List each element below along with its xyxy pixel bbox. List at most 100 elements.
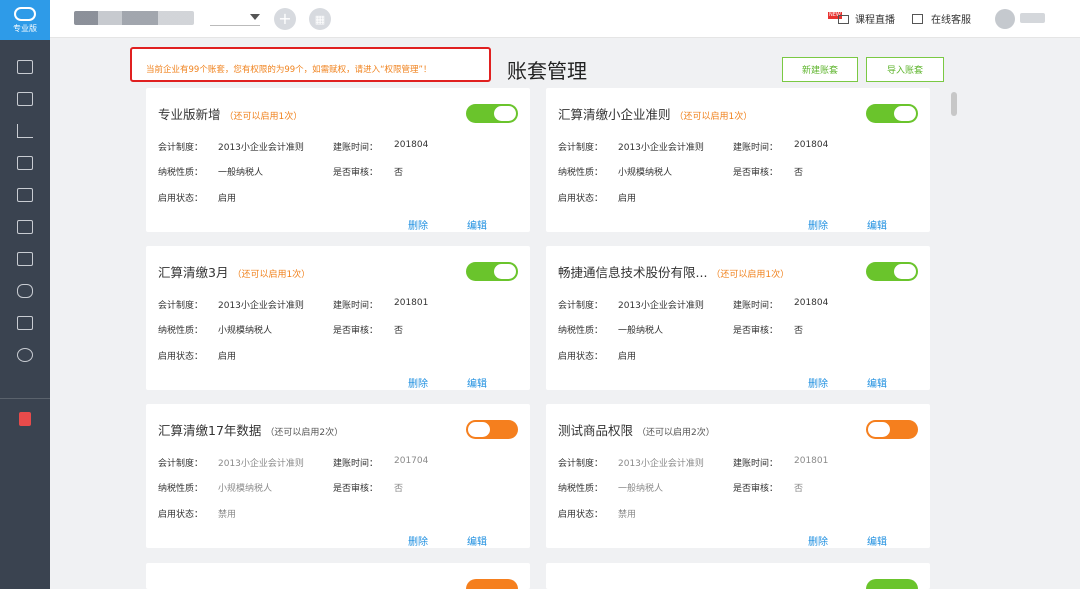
accounting-system-value: 2013小企业会计准则 <box>218 301 304 311</box>
delete-button[interactable]: 删除 <box>408 533 428 548</box>
remaining-uses-hint: （还可以启用2次） <box>265 428 344 438</box>
enable-toggle[interactable] <box>466 262 518 281</box>
delete-button[interactable]: 删除 <box>808 217 828 232</box>
tax-type-label: 纳税性质： <box>158 326 204 336</box>
import-account-set-button[interactable]: 导入账套 <box>866 57 944 82</box>
tax-type-label: 纳税性质： <box>158 168 204 178</box>
audit-label: 是否审核： <box>333 168 379 178</box>
user-name[interactable] <box>1020 13 1045 23</box>
audit-label: 是否审核： <box>333 326 379 336</box>
account-set-card: 测试商品权限 （还可以启用2次） 会计制度： 2013小企业会计准则 建账时间： 2018… <box>546 404 930 548</box>
edit-button[interactable]: 编辑 <box>467 375 487 390</box>
gift-icon[interactable] <box>19 412 31 426</box>
online-service-link[interactable]: 在线客服 <box>912 11 971 26</box>
tax-type-value: 一般纳税人 <box>618 326 664 336</box>
assets-icon[interactable] <box>17 156 33 170</box>
avatar[interactable] <box>995 9 1015 29</box>
add-icon[interactable]: + <box>274 8 296 30</box>
status-label: 启用状态： <box>558 352 604 362</box>
report-icon[interactable] <box>17 124 33 138</box>
audit-value: 否 <box>394 484 404 494</box>
created-label: 建账时间： <box>333 143 379 153</box>
enable-toggle[interactable] <box>466 420 518 439</box>
company-select[interactable] <box>210 12 260 26</box>
delete-button[interactable]: 删除 <box>808 533 828 548</box>
created-label: 建账时间： <box>733 459 779 469</box>
account-set-card: 专业版新增 （还可以启用1次） 会计制度： 2013小企业会计准则 建账时间： 20180… <box>146 88 530 232</box>
status-value: 禁用 <box>618 510 637 520</box>
enable-toggle[interactable] <box>866 420 918 439</box>
edit-button[interactable]: 编辑 <box>867 375 887 390</box>
audit-label: 是否审核： <box>733 484 779 494</box>
invoice-icon[interactable] <box>17 252 33 266</box>
edit-button[interactable]: 编辑 <box>467 533 487 548</box>
account-set-card-partial <box>146 563 530 589</box>
card-title: 畅捷通信息技术股份有限... （还可以启用1次） <box>558 262 789 281</box>
topbar: + ▦ NEW 课程直播 在线客服 <box>50 0 1080 38</box>
created-value: 201804 <box>394 140 429 150</box>
account-set-name: 汇算清缴3月 <box>158 265 229 280</box>
audit-value: 否 <box>794 484 804 494</box>
enable-toggle[interactable] <box>866 262 918 281</box>
enable-toggle[interactable] <box>466 104 518 123</box>
status-label: 启用状态： <box>558 510 604 520</box>
tax-icon[interactable] <box>17 220 33 234</box>
status-value: 禁用 <box>218 510 237 520</box>
accounting-system-value: 2013小企业会计准则 <box>218 143 304 153</box>
new-account-set-button[interactable]: 新建账套 <box>782 57 858 82</box>
remaining-uses-hint: （还可以启用1次） <box>674 112 753 122</box>
live-course-label: 课程直播 <box>855 15 895 26</box>
enable-toggle[interactable] <box>466 579 518 589</box>
status-value: 启用 <box>618 352 637 362</box>
voucher-icon[interactable] <box>17 60 33 74</box>
status-value: 启用 <box>218 194 237 204</box>
ledger-icon[interactable] <box>17 92 33 106</box>
enable-toggle[interactable] <box>866 104 918 123</box>
card-title: 测试商品权限 （还可以启用2次） <box>558 420 715 439</box>
created-label: 建账时间： <box>333 301 379 311</box>
enable-toggle[interactable] <box>866 579 918 589</box>
cloud-icon <box>14 6 36 21</box>
created-label: 建账时间： <box>333 459 379 469</box>
card-title: 专业版新增 （还可以启用1次） <box>158 104 302 123</box>
accounting-system-label: 会计制度： <box>558 459 604 469</box>
live-icon: NEW <box>828 11 852 26</box>
toggle-knob <box>894 106 916 121</box>
delete-button[interactable]: 删除 <box>408 217 428 232</box>
tax-type-label: 纳税性质： <box>558 484 604 494</box>
remaining-uses-hint: （还可以启用1次） <box>711 270 790 280</box>
tax-type-label: 纳税性质： <box>158 484 204 494</box>
pro-logo[interactable]: 专业版 <box>0 0 50 40</box>
scrollbar[interactable] <box>951 92 957 116</box>
accounting-system-value: 2013小企业会计准则 <box>618 301 704 311</box>
created-label: 建账时间： <box>733 143 779 153</box>
edit-button[interactable]: 编辑 <box>867 533 887 548</box>
account-set-card: 汇算清缴17年数据 （还可以启用2次） 会计制度： 2013小企业会计准则 建账时间： 2… <box>146 404 530 548</box>
accounting-system-label: 会计制度： <box>158 459 204 469</box>
account-set-name: 专业版新增 <box>158 107 221 122</box>
account-set-card: 汇算清缴3月 （还可以启用1次） 会计制度： 2013小企业会计准则 建账时间： 2018… <box>146 246 530 390</box>
live-course-link[interactable]: NEW 课程直播 <box>828 11 895 26</box>
card-title: 汇算清缴17年数据 （还可以启用2次） <box>158 420 343 439</box>
edit-button[interactable]: 编辑 <box>867 217 887 232</box>
delete-button[interactable]: 删除 <box>408 375 428 390</box>
remaining-uses-hint: （还可以启用2次） <box>637 428 715 438</box>
account-set-card: 汇算清缴小企业准则 （还可以启用1次） 会计制度： 2013小企业会计准则 建账时间： 2… <box>546 88 930 232</box>
status-label: 启用状态： <box>158 510 204 520</box>
delete-button[interactable]: 删除 <box>808 375 828 390</box>
calendar-icon[interactable] <box>17 188 33 202</box>
status-label: 启用状态： <box>158 194 204 204</box>
toggle-knob <box>494 264 516 279</box>
permission-notice: 当前企业有99个账套，您有权限的为99个，如需赋权，请进入“权限管理”！ <box>130 47 491 82</box>
settings-icon[interactable] <box>17 348 33 362</box>
edit-button[interactable]: 编辑 <box>467 217 487 232</box>
remaining-uses-hint: （还可以启用1次） <box>232 270 311 280</box>
sidebar: 专业版 <box>0 0 50 589</box>
created-value: 201804 <box>794 298 829 308</box>
grid-icon[interactable]: ▦ <box>309 8 331 30</box>
toggle-knob <box>894 264 916 279</box>
salary-icon[interactable] <box>17 284 33 298</box>
audit-icon[interactable] <box>17 316 33 330</box>
company-name <box>74 11 194 25</box>
tax-type-label: 纳税性质： <box>558 168 604 178</box>
